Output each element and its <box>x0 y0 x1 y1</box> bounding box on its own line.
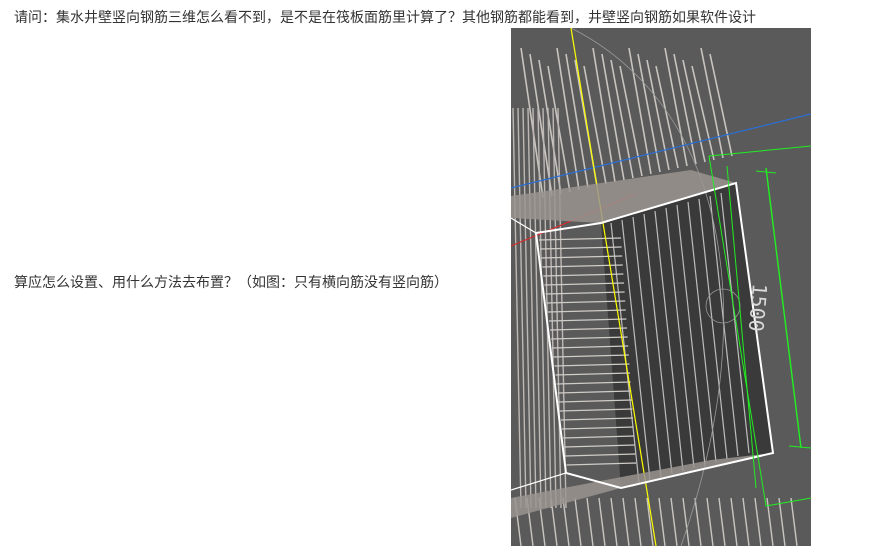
upper-rebar-line <box>619 65 643 177</box>
rebar-3d-screenshot: 1500 <box>511 28 811 546</box>
bottom-rebar-line <box>634 497 642 546</box>
bottom-rebar-line <box>574 497 582 546</box>
bottom-rebar-line <box>718 497 726 546</box>
bottom-rebar-line <box>610 497 618 546</box>
bottom-rebar-line <box>658 497 666 546</box>
dimension-tick-bottom <box>788 445 811 449</box>
left-rebar-group <box>512 107 567 509</box>
upper-rebar-line <box>691 65 715 161</box>
upper-rebar-line <box>709 53 733 157</box>
pit-floor <box>601 183 773 488</box>
dimension-line-2 <box>765 167 802 449</box>
bottom-rebar-line <box>730 497 738 546</box>
bottom-rebar-line <box>586 497 594 546</box>
dimension-line-outer <box>708 145 811 157</box>
bottom-rebar-line <box>706 497 714 546</box>
bottom-rebar-line <box>694 497 702 546</box>
bottom-rebar-line <box>790 497 798 546</box>
question-text-line-1: 请问：集水井壁竖向钢筋三维怎么看不到，是不是在筏板面筋里计算了？其他钢筋都能看到… <box>14 10 756 26</box>
bottom-rebar-line <box>622 497 630 546</box>
bottom-rebar-line <box>598 497 606 546</box>
question-text-line-2: 算应怎么设置、用什么方法去布置？（如图：只有横向筋没有竖向筋） <box>14 275 448 291</box>
bottom-rebar-line <box>742 497 750 546</box>
bottom-rebar-line <box>670 497 678 546</box>
dimension-label: 1500 <box>744 283 772 333</box>
upper-rebar-line <box>655 65 679 169</box>
bottom-rebar-line <box>778 497 786 546</box>
bottom-rebar-line <box>754 497 762 546</box>
